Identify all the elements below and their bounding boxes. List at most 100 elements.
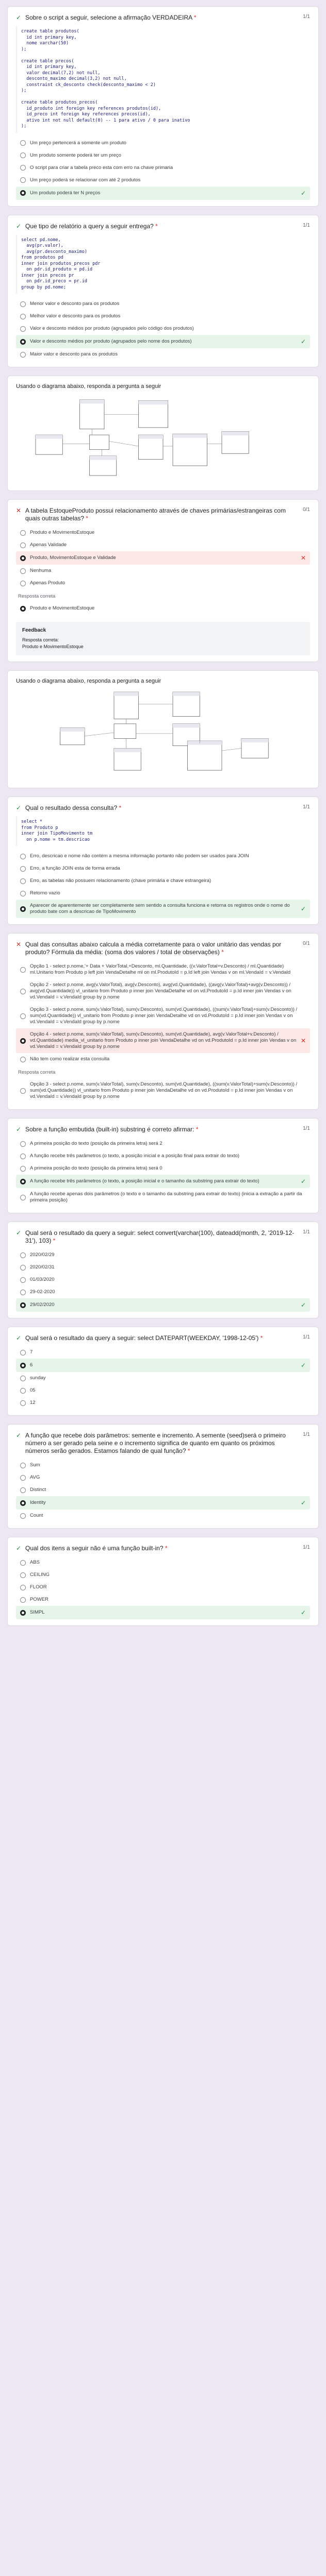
radio-button[interactable] [20,140,26,146]
answer-option[interactable]: Retorno vazio [16,887,310,900]
answer-option[interactable]: 29/02/2020 ✓ [16,1298,310,1312]
answer-option[interactable]: 6 ✓ [16,1359,310,1372]
radio-button[interactable] [20,542,26,548]
radio-button[interactable] [20,1462,26,1468]
radio-button[interactable] [20,530,26,536]
answer-option[interactable]: Sum [16,1459,310,1471]
answer-option[interactable]: Um preço poderá se relacionar com até 2 … [16,174,310,187]
answer-option[interactable]: POWER [16,1594,310,1606]
answer-option[interactable]: Nenhuma [16,565,310,577]
answer-option[interactable]: FLOOR [16,1581,310,1594]
answer-option[interactable]: Opção 2 - select p.nome, avg(v.ValorTota… [16,979,310,1004]
radio-button[interactable] [20,580,26,586]
answer-option[interactable]: Um produto somente poderá ter um preço [16,149,310,162]
answer-option[interactable]: Apenas Validade [16,539,310,551]
answer-option[interactable]: Count [16,1510,310,1522]
answer-option[interactable]: CEILING [16,1569,310,1581]
radio-button[interactable] [20,890,26,896]
radio-button[interactable] [20,1487,26,1493]
answer-option[interactable]: Um preço pertencerá a somente um produto [16,137,310,149]
answer-option[interactable]: Maior valor e desconto para os produtos [16,348,310,361]
answer-option[interactable]: Um produto poderá ter N preços ✓ [16,186,310,200]
radio-button[interactable] [20,1387,26,1394]
radio-button[interactable] [20,1375,26,1381]
answer-option[interactable]: Opção 3 - select p.nome, sum(v.ValorTota… [16,1004,310,1028]
radio-button[interactable] [20,1513,26,1519]
answer-option[interactable]: sunday [16,1372,310,1384]
answer-option[interactable]: AVG [16,1471,310,1484]
radio-button[interactable] [20,1475,26,1481]
answer-option[interactable]: SIMPL ✓ [16,1606,310,1619]
radio-button[interactable] [20,1609,26,1616]
radio-button[interactable] [20,1141,26,1147]
radio-button[interactable] [20,1584,26,1590]
answer-option[interactable]: 12 [16,1397,310,1409]
answer-option[interactable]: O script para criar a tabela preco esta … [16,162,310,174]
radio-button[interactable] [20,313,26,319]
radio-button[interactable] [20,555,26,561]
radio-button[interactable] [20,1165,26,1172]
radio-button[interactable] [20,1277,26,1283]
answer-option[interactable]: A função recebe apenas dois parâmetros (… [16,1188,310,1207]
answer-option[interactable]: Melhor valor e desconto para os produtos [16,310,310,323]
radio-button[interactable] [20,1289,26,1295]
radio-button[interactable] [20,165,26,171]
answer-option[interactable]: Produto e MovimentoEstoque [16,527,310,539]
radio-button[interactable] [20,1013,26,1019]
answer-option[interactable]: Não tem como realizar esta consulta [16,1053,310,1065]
answer-option[interactable]: Opção 4 - select p.nome, sum(v.ValorTota… [16,1028,310,1053]
radio-button[interactable] [20,1038,26,1044]
radio-button[interactable] [20,177,26,183]
radio-button[interactable] [20,351,26,358]
answer-option[interactable]: ABS [16,1556,310,1569]
radio-button[interactable] [20,301,26,307]
answer-option[interactable]: 29-02-2020 [16,1286,310,1298]
radio-button[interactable] [20,1349,26,1355]
answer-option[interactable]: A função recebe três parâmetros (o texto… [16,1175,310,1188]
answer-option[interactable]: Opção 1 - select p.nome,'+ Data + ValorT… [16,960,310,979]
radio-button[interactable] [20,326,26,332]
radio-button[interactable] [20,1362,26,1368]
radio-button[interactable] [20,152,26,158]
answer-option[interactable]: Erro, as tabelas não possuem relacioname… [16,875,310,887]
answer-option[interactable]: Apenas Produto [16,577,310,589]
radio-button[interactable] [20,1194,26,1200]
radio-button[interactable] [20,866,26,872]
answer-option[interactable]: 2020/02/29 [16,1249,310,1261]
answer-option[interactable]: Valor e desconto médios por produto (agr… [16,323,310,335]
answer-option[interactable]: Identity ✓ [16,1496,310,1510]
answer-option[interactable]: 2020/02/31 [16,1261,310,1274]
radio-button[interactable] [20,1252,26,1258]
answer-option[interactable]: A primeira posição do texto (posição da … [16,1138,310,1150]
answer-option[interactable]: Erro, a função JOIN esta de forma errada [16,862,310,875]
radio-button[interactable] [20,1056,26,1062]
answer-option[interactable]: 05 [16,1384,310,1397]
radio-button[interactable] [20,1560,26,1566]
answer-option[interactable]: Distinct [16,1484,310,1496]
radio-button[interactable] [20,1400,26,1406]
answer-option[interactable]: A primeira posição do texto (posição da … [16,1162,310,1175]
radio-button[interactable] [20,1178,26,1184]
answer-option[interactable]: Menor valor e desconto para os produtos [16,298,310,310]
radio-button[interactable] [20,568,26,574]
radio-button[interactable] [20,1500,26,1506]
radio-button[interactable] [20,853,26,859]
answer-option[interactable]: Erro, descricao e nome não contém a mesm… [16,850,310,862]
radio-button[interactable] [20,988,26,994]
radio-button[interactable] [20,190,26,196]
radio-button[interactable] [20,878,26,884]
answer-option[interactable]: Valor e desconto médios por produto (agr… [16,335,310,348]
radio-button[interactable] [20,967,26,973]
answer-option[interactable]: A função recebe três parâmetros (o texto… [16,1150,310,1162]
answer-option[interactable]: 7 [16,1346,310,1359]
radio-button[interactable] [20,1597,26,1603]
answer-option[interactable]: Aparecer de aparentemente ser completame… [16,900,310,918]
answer-option[interactable]: Produto, MovimentoEstoque e Validade ✕ [16,551,310,565]
radio-button[interactable] [20,1153,26,1159]
radio-button[interactable] [20,1302,26,1308]
radio-button[interactable] [20,906,26,912]
answer-option[interactable]: 01/03/2020 [16,1274,310,1286]
radio-button[interactable] [20,338,26,345]
radio-button[interactable] [20,1572,26,1578]
radio-button[interactable] [20,1264,26,1270]
